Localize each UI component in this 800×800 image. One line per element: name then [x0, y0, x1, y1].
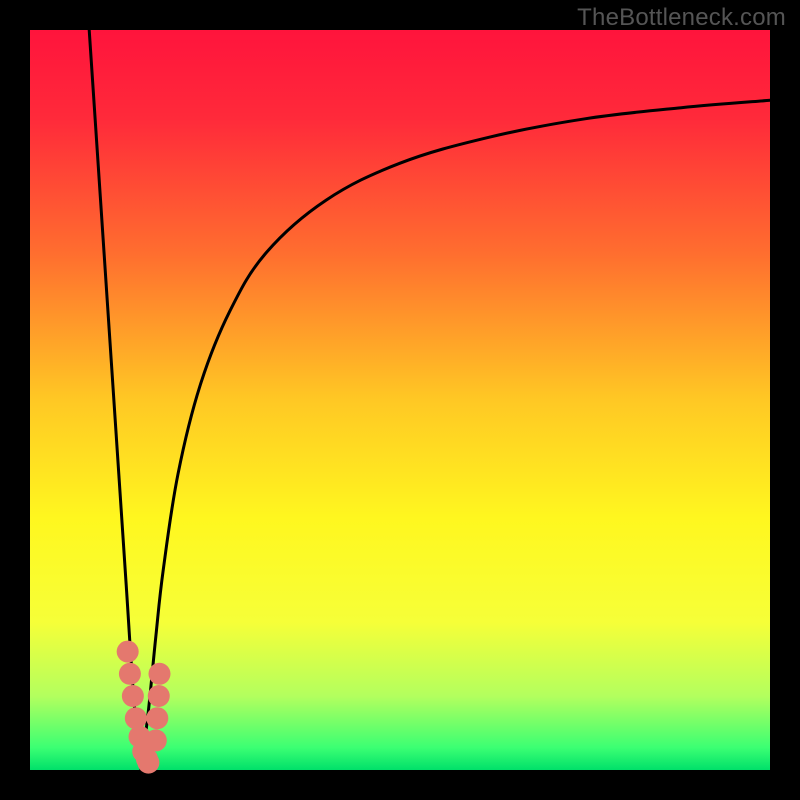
cluster-dot: [119, 663, 141, 685]
cluster-dot: [122, 685, 144, 707]
cluster-dot: [125, 707, 147, 729]
chart-frame: TheBottleneck.com: [0, 0, 800, 800]
cluster-dot: [148, 685, 170, 707]
cluster-dot: [117, 641, 139, 663]
cluster-dot: [137, 752, 159, 774]
plot-gradient-area: [30, 30, 770, 770]
cluster-dot: [146, 707, 168, 729]
cluster-dot: [145, 729, 167, 751]
right_branch-curve: [141, 100, 770, 770]
watermark-text: TheBottleneck.com: [577, 4, 786, 32]
curves-svg: [30, 30, 770, 770]
cluster-dot: [149, 663, 171, 685]
